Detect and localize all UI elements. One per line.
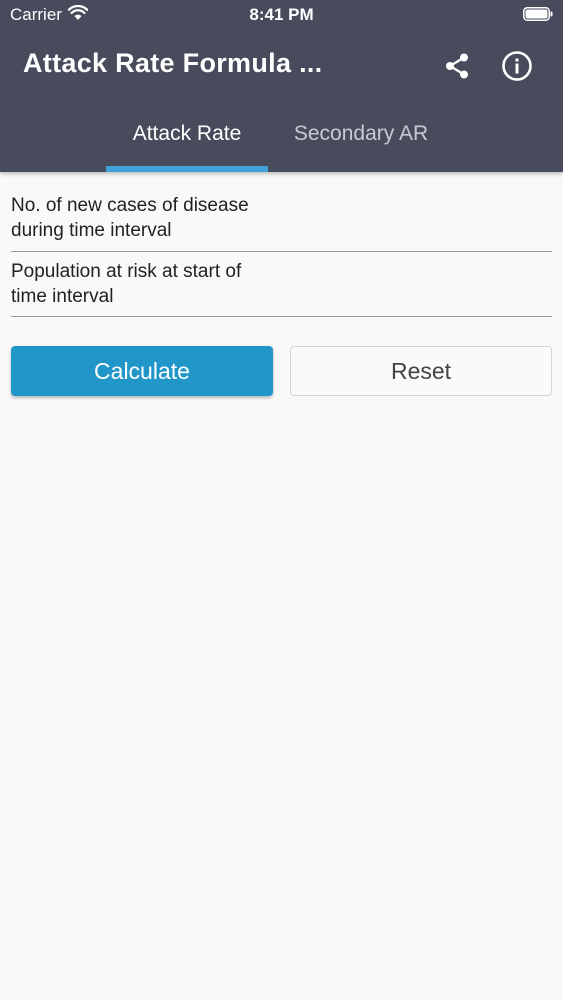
battery-icon [523, 7, 553, 21]
new-cases-label: No. of new cases of disease during time … [11, 195, 249, 241]
info-icon [502, 51, 532, 81]
tab-label: Secondary AR [293, 122, 429, 145]
app-bar: Carrier 8:41 PM Attack Rate Formula ... [0, 0, 563, 172]
share-button[interactable] [441, 50, 473, 82]
page-title: Attack Rate Formula ... [23, 48, 323, 78]
active-tab-indicator [106, 166, 268, 172]
info-button[interactable] [501, 50, 533, 82]
tab-label: Attack Rate [132, 122, 242, 145]
clock: 8:41 PM [249, 5, 314, 24]
new-cases-input[interactable] [311, 205, 541, 239]
new-cases-field[interactable]: No. of new cases of disease during time … [11, 193, 552, 252]
population-input[interactable] [311, 271, 541, 305]
tab-secondary-ar[interactable]: Secondary AR [270, 112, 452, 172]
share-icon [446, 53, 468, 79]
population-field[interactable]: Population at risk at start of time inte… [11, 259, 552, 317]
population-label: Population at risk at start of time inte… [11, 261, 242, 307]
tab-attack-rate[interactable]: Attack Rate [106, 112, 268, 172]
reset-button[interactable]: Reset [290, 346, 552, 396]
calculate-button[interactable]: Calculate [11, 346, 273, 396]
status-bar: Carrier 8:41 PM [0, 0, 563, 30]
